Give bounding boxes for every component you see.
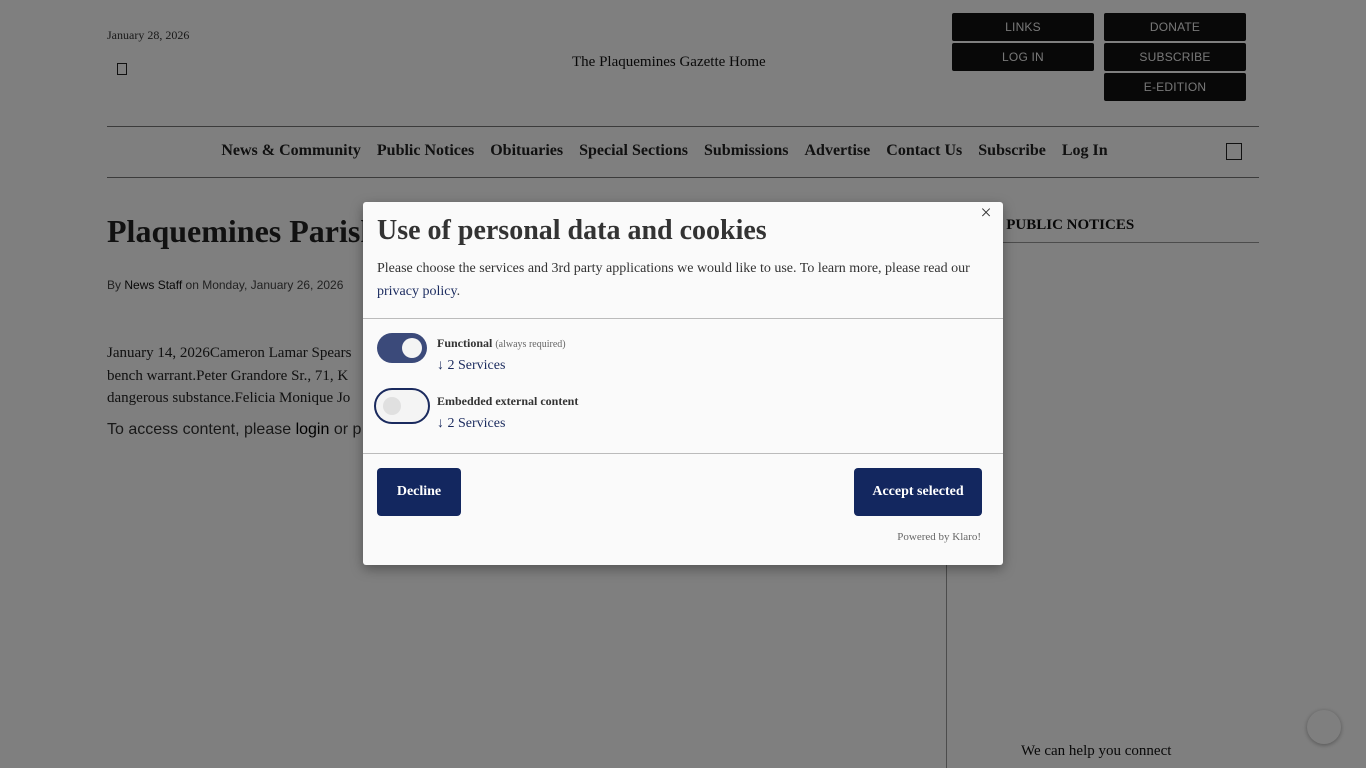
close-icon[interactable]: ×	[978, 203, 994, 223]
modal-divider-bottom	[363, 453, 1003, 454]
embedded-content-toggle[interactable]	[374, 388, 430, 424]
modal-divider-top	[363, 318, 1003, 319]
functional-service-name: Functional (always required)	[437, 336, 566, 351]
privacy-policy-link[interactable]: privacy policy	[377, 284, 457, 299]
decline-button[interactable]: Decline	[377, 468, 461, 516]
service-title: Functional	[437, 336, 493, 350]
toggle-knob	[402, 338, 422, 358]
modal-description: Please choose the services and 3rd party…	[377, 261, 970, 299]
toggle-knob	[383, 397, 401, 415]
functional-services-expander[interactable]: ↓ 2 Services	[437, 358, 505, 374]
cookie-consent-modal: × Use of personal data and cookies Pleas…	[363, 202, 1003, 565]
embedded-service-name: Embedded external content	[437, 394, 579, 408]
functional-toggle[interactable]	[377, 333, 427, 363]
service-required-note: (always required)	[495, 339, 566, 350]
embedded-services-expander[interactable]: ↓ 2 Services	[437, 416, 505, 432]
powered-by-klaro-link[interactable]: Powered by Klaro!	[897, 531, 981, 543]
accept-selected-button[interactable]: Accept selected	[854, 468, 982, 516]
description-text: Please choose the services and 3rd party…	[377, 261, 970, 276]
modal-title: Use of personal data and cookies	[377, 215, 767, 246]
